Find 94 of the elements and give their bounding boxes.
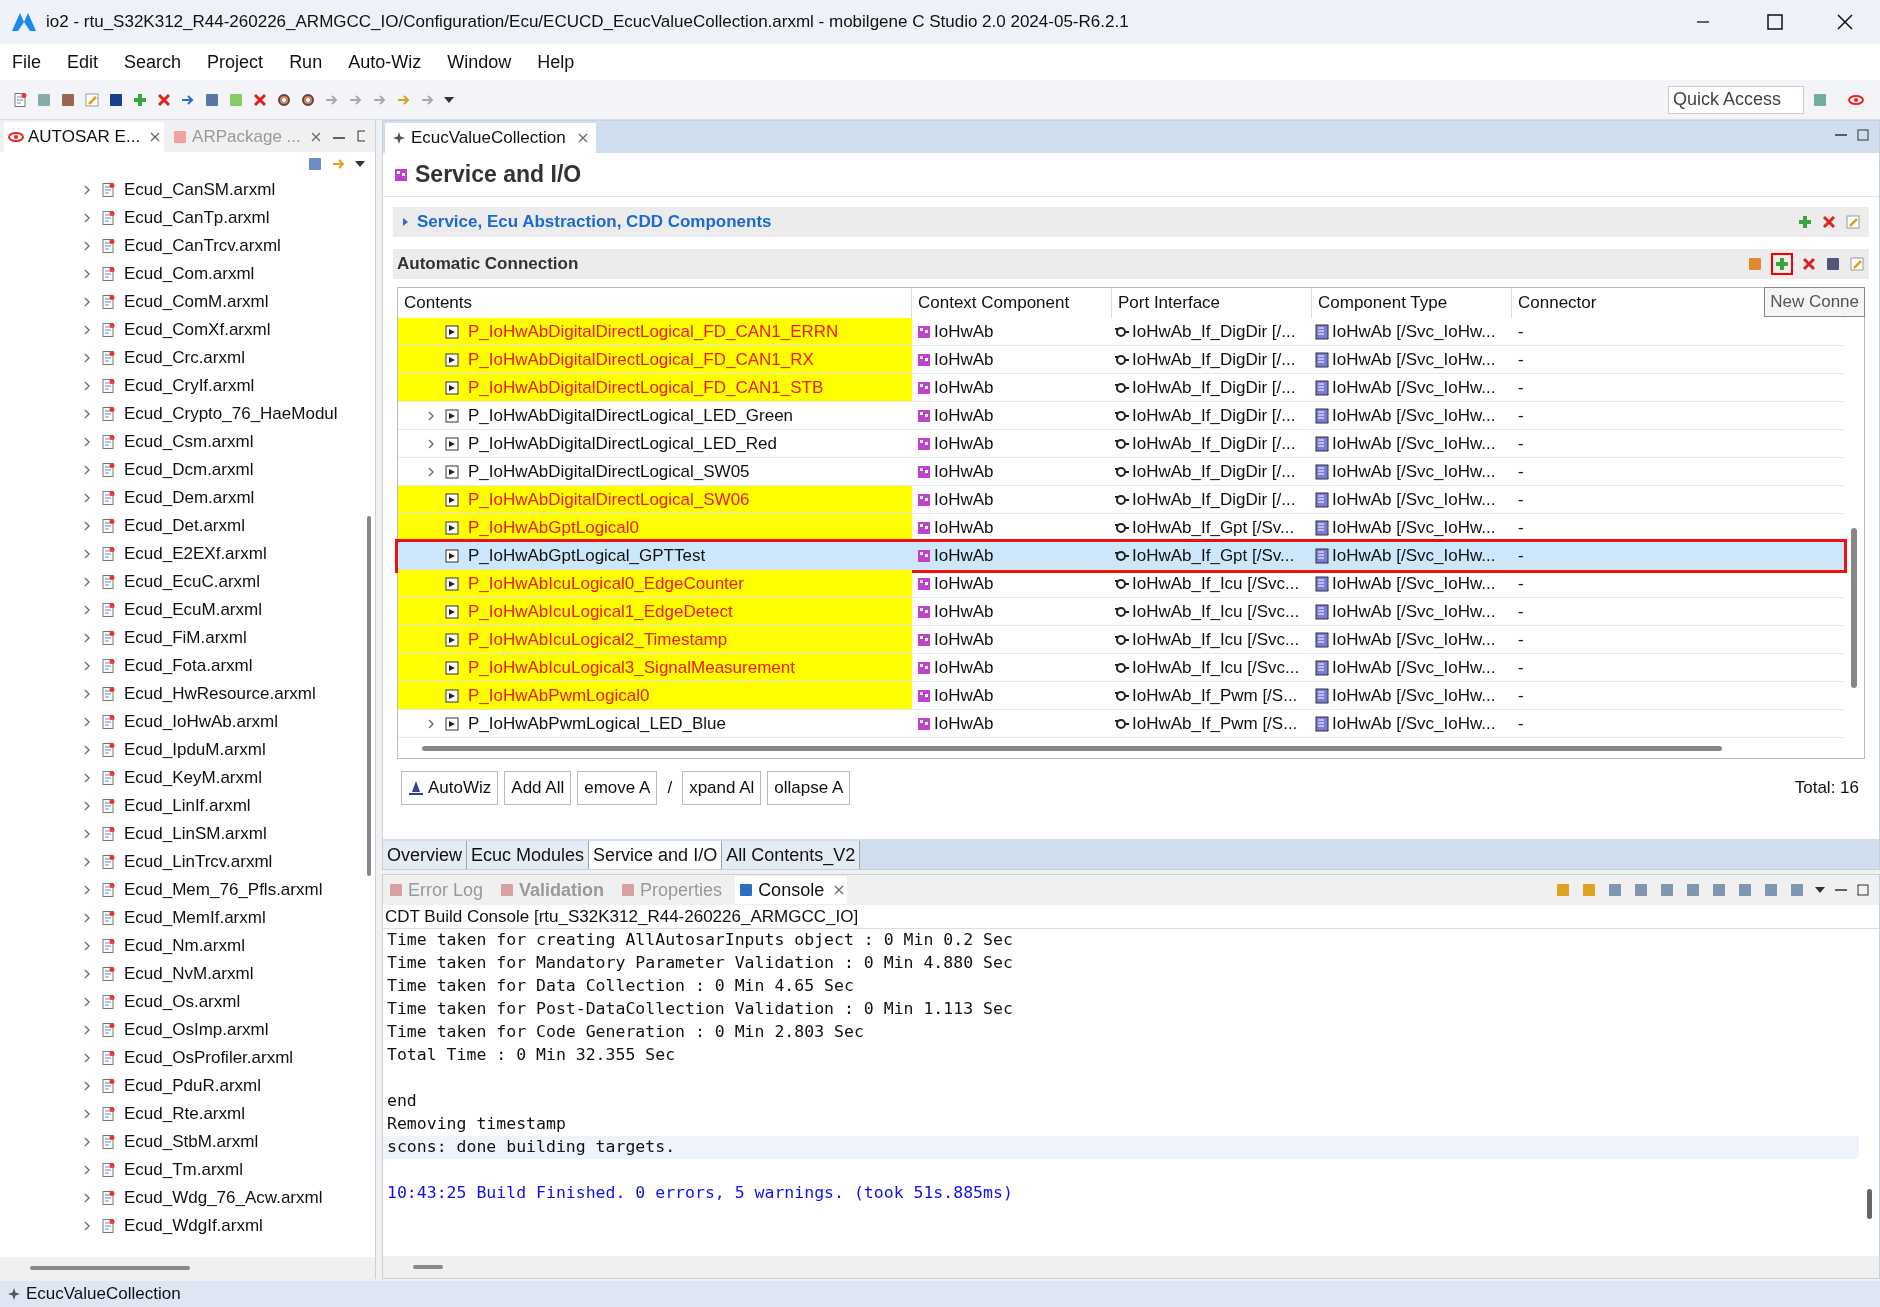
console-line: Time taken for Data Collection : 0 Min 4.65 Sec <box>387 975 854 998</box>
table-cell-text: P_IoHwAbDigitalDirectLogical_LED_Red <box>468 432 777 455</box>
table-cell-text: IoHwAb [/Svc_IoHw... <box>1332 376 1496 399</box>
table-cell-text: IoHwAb <box>934 684 994 707</box>
table-cell-text: P_IoHwAbPwmLogical0 <box>468 684 650 707</box>
table-cell-text: P_IoHwAbDigitalDirectLogical_FD_CAN1_RX <box>468 348 814 371</box>
table-cell-text: IoHwAb_If_Pwm [/S... <box>1132 684 1298 707</box>
table-cell-text: IoHwAb_If_Icu [/Svc... <box>1132 600 1300 623</box>
table-cell-text: IoHwAb_If_DigDir [/... <box>1132 488 1296 511</box>
table-cell-text: P_IoHwAbDigitalDirectLogical_SW05 <box>468 460 750 483</box>
table-cell-text: IoHwAb_If_Icu [/Svc... <box>1132 572 1300 595</box>
table-cell-text: IoHwAb_If_DigDir [/... <box>1132 432 1296 455</box>
console-line: Removing timestamp <box>387 1113 566 1136</box>
table-cell: - <box>1518 461 1524 481</box>
table-cell-text: IoHwAb [/Svc_IoHw... <box>1332 544 1496 567</box>
table-cell-text: IoHwAb <box>934 628 994 651</box>
separator-text: / <box>666 777 674 800</box>
table-cell: - <box>1518 629 1524 649</box>
table-cell-text: IoHwAb <box>934 516 994 539</box>
table-cell-text: IoHwAb [/Svc_IoHw... <box>1332 404 1496 427</box>
table-cell-text: IoHwAb_If_Icu [/Svc... <box>1132 656 1300 679</box>
table-cell-text: IoHwAb_If_Icu [/Svc... <box>1132 628 1300 651</box>
table-cell-text: IoHwAb <box>934 600 994 623</box>
table-cell-text: IoHwAb_If_Gpt [/Sv... <box>1132 516 1295 539</box>
table-cell-text: P_IoHwAbDigitalDirectLogical_FD_CAN1_ERRN <box>468 320 839 343</box>
table-cell-text: IoHwAb <box>934 348 994 371</box>
total-count: Total: 16 <box>1794 777 1859 800</box>
form-title: Service and I/O <box>415 160 582 190</box>
table-cell-text: IoHwAb_If_DigDir [/... <box>1132 320 1296 343</box>
table-cell-text: IoHwAb <box>934 376 994 399</box>
table-cell-text: P_IoHwAbDigitalDirectLogical_SW06 <box>468 488 750 511</box>
table-cell-text: IoHwAb <box>934 432 994 455</box>
table-cell-text: IoHwAb <box>934 712 994 735</box>
table-cell: - <box>1518 405 1524 425</box>
console-line: Time taken for Mandatory Parameter Validation : 0 Min 4.880 Sec <box>387 952 1013 975</box>
table-cell-text: IoHwAb_If_DigDir [/... <box>1132 460 1296 483</box>
table-cell-text: IoHwAb_If_DigDir [/... <box>1132 348 1296 371</box>
table-cell-text: IoHwAb [/Svc_IoHw... <box>1332 432 1496 455</box>
table-cell-text: P_IoHwAbDigitalDirectLogical_FD_CAN1_STB <box>468 376 824 399</box>
status-text: EcucValueCollection <box>26 1283 181 1306</box>
table-cell: - <box>1518 657 1524 677</box>
console-line: Time taken for creating AllAutosarInputs object : 0 Min 0.2 Sec <box>387 929 1013 952</box>
table-cell-text: IoHwAb [/Svc_IoHw... <box>1332 516 1496 539</box>
table-cell: - <box>1518 713 1524 733</box>
table-cell-text: P_IoHwAbGptLogical0 <box>468 516 640 539</box>
console-line: 10:43:25 Build Finished. 0 errors, 5 warnings. (took 51s.885ms) <box>387 1182 1013 1205</box>
table-cell-text: IoHwAb <box>934 488 994 511</box>
console-line: scons: done building targets. <box>387 1136 676 1159</box>
table-cell-text: IoHwAb [/Svc_IoHw... <box>1332 628 1496 651</box>
table-cell-text: IoHwAb [/Svc_IoHw... <box>1332 320 1496 343</box>
table-cell-text: IoHwAb <box>934 404 994 427</box>
table-cell: - <box>1518 349 1524 369</box>
window-title: io2 - rtu_S32K312_R44-260226_ARMGCC_IO/Configuration/Ecu/ECUCD_EcucValueCollection.arxml - mobilgene C Studio 2.0 2024-05-R6.2.1 <box>46 11 1129 34</box>
table-cell-text: IoHwAb [/Svc_IoHw... <box>1332 600 1496 623</box>
table-cell-text: IoHwAb [/Svc_IoHw... <box>1332 656 1496 679</box>
section-title: Service, Ecu Abstraction, CDD Components <box>417 211 772 234</box>
table-cell-text: IoHwAb <box>934 320 994 343</box>
table-cell-text: IoHwAb [/Svc_IoHw... <box>1332 460 1496 483</box>
table-cell: - <box>1518 321 1524 341</box>
table-cell-text: IoHwAb <box>934 572 994 595</box>
table-cell-text: IoHwAb_If_Pwm [/S... <box>1132 712 1298 735</box>
console-line: Total Time : 0 Min 32.355 Sec <box>387 1044 676 1067</box>
table-cell-text: IoHwAb <box>934 544 994 567</box>
table-cell-text: P_IoHwAbGptLogical_GPTTest <box>468 544 706 567</box>
table-cell: - <box>1518 545 1524 565</box>
table-cell-text: P_IoHwAbIcuLogical1_EdgeDetect <box>468 600 733 623</box>
table-cell-text: IoHwAb [/Svc_IoHw... <box>1332 572 1496 595</box>
table-cell: - <box>1518 601 1524 621</box>
console-line: end <box>387 1090 417 1113</box>
table-cell: - <box>1518 573 1524 593</box>
table-cell-text: IoHwAb [/Svc_IoHw... <box>1332 712 1496 735</box>
table-cell: - <box>1518 489 1524 509</box>
table-cell: - <box>1518 377 1524 397</box>
table-cell-text: IoHwAb [/Svc_IoHw... <box>1332 348 1496 371</box>
table-cell-text: P_IoHwAbIcuLogical2_Timestamp <box>468 628 728 651</box>
section-title: Automatic Connection <box>397 253 579 276</box>
table-cell-text: IoHwAb <box>934 460 994 483</box>
table-cell-text: P_IoHwAbIcuLogical0_EdgeCounter <box>468 572 744 595</box>
table-cell: - <box>1518 433 1524 453</box>
table-cell-text: IoHwAb [/Svc_IoHw... <box>1332 488 1496 511</box>
table-cell-text: IoHwAb_If_Gpt [/Sv... <box>1132 544 1295 567</box>
table-cell-text: P_IoHwAbIcuLogical3_SignalMeasurement <box>468 656 795 679</box>
console-line: Time taken for Code Generation : 0 Min 2.803 Sec <box>387 1021 864 1044</box>
table-cell-text: P_IoHwAbDigitalDirectLogical_LED_Green <box>468 404 794 427</box>
tooltip: New Conne <box>1764 287 1865 317</box>
table-cell-text: IoHwAb_If_DigDir [/... <box>1132 376 1296 399</box>
console-title: CDT Build Console [rtu_S32K312_R44-260226_ARMGCC_IO] <box>383 905 1879 929</box>
table-cell: - <box>1518 517 1524 537</box>
table-cell-text: P_IoHwAbPwmLogical_LED_Blue <box>468 712 726 735</box>
console-line: Time taken for Post-DataCollection Validation : 0 Min 1.113 Sec <box>387 998 1013 1021</box>
table-cell: - <box>1518 685 1524 705</box>
table-cell-text: IoHwAb_If_DigDir [/... <box>1132 404 1296 427</box>
table-cell-text: IoHwAb <box>934 656 994 679</box>
table-cell-text: IoHwAb [/Svc_IoHw... <box>1332 684 1496 707</box>
